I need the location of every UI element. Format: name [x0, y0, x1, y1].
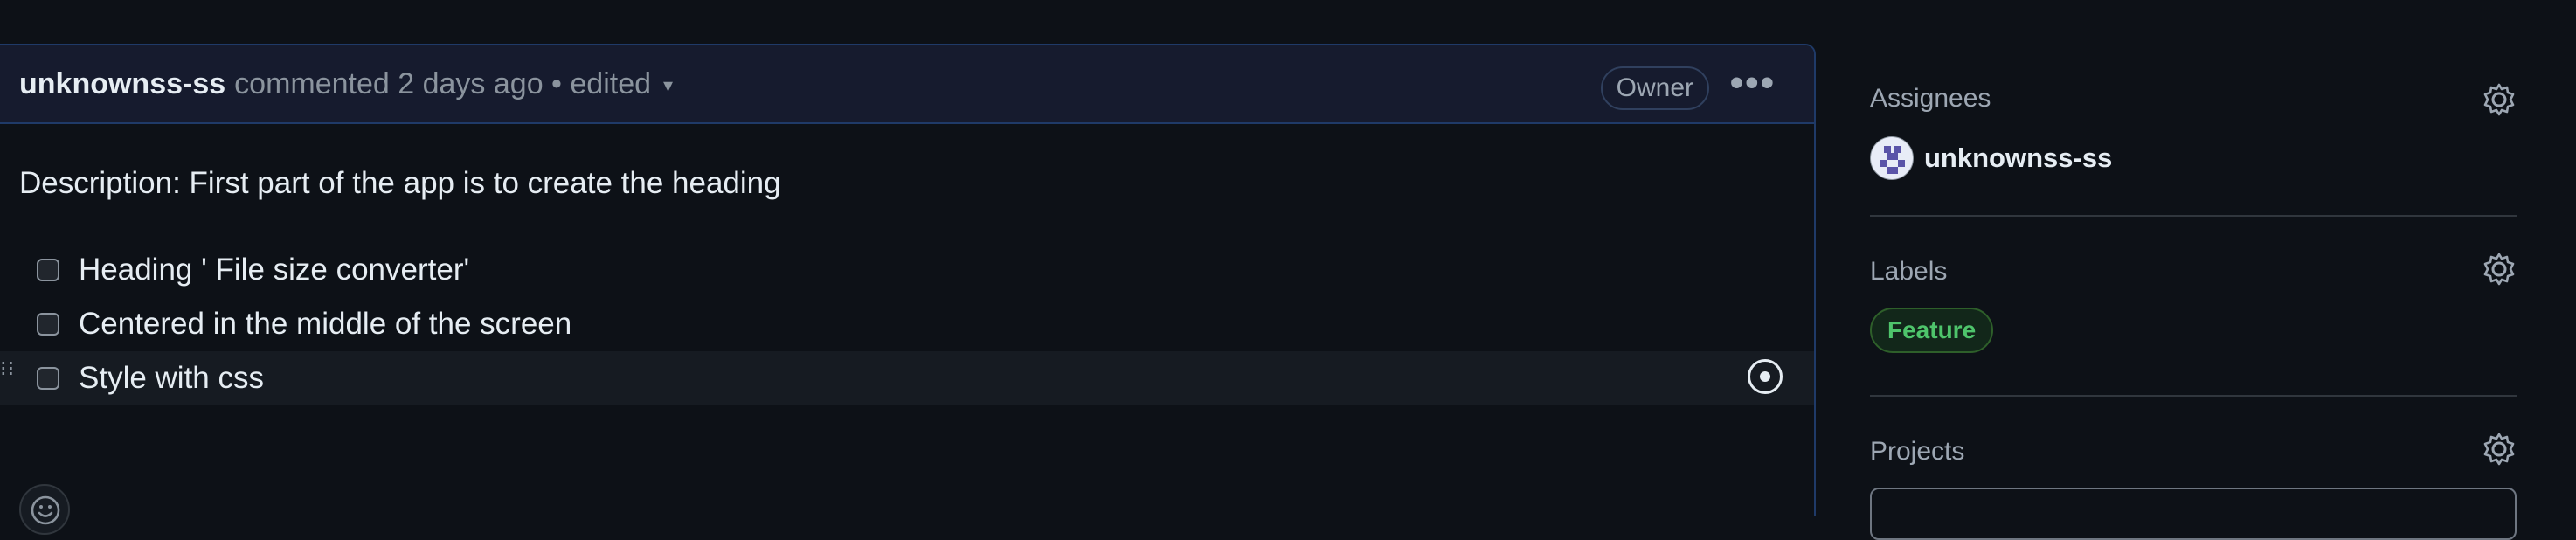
assignee-name: unknownss-ss: [1924, 142, 2113, 173]
assignees-gear-icon[interactable]: [2482, 82, 2517, 117]
comment-header: unknownss-ss commented 2 days ago • edit…: [0, 45, 1814, 124]
task-item: Centered in the middle of the screen: [0, 297, 1814, 351]
convert-to-issue-icon[interactable]: [1748, 359, 1783, 394]
task-label: Style with css: [79, 361, 264, 395]
task-label: Centered in the middle of the screen: [79, 307, 572, 341]
edit-history-dropdown-icon[interactable]: ▾: [663, 74, 673, 97]
task-checkbox[interactable]: [37, 259, 59, 281]
task-item: ⁝⁝ Style with css: [0, 351, 1814, 405]
projects-box[interactable]: [1870, 488, 2517, 540]
assignee[interactable]: unknownss-ss: [1870, 136, 2112, 180]
projects-title: Projects: [1870, 437, 1965, 466]
label-feature[interactable]: Feature: [1870, 308, 1994, 353]
more-options-icon[interactable]: •••: [1730, 64, 1776, 102]
issue-sidebar: Assignees unknownss-ss Labels Feature Pr…: [1870, 0, 2517, 540]
task-label: Heading ' File size converter': [79, 253, 470, 287]
labels-gear-icon[interactable]: [2482, 252, 2517, 287]
comment-description: Description: First part of the app is to…: [19, 166, 781, 200]
owner-badge: Owner: [1600, 66, 1709, 110]
projects-gear-icon[interactable]: [2482, 432, 2517, 467]
smiley-icon: [31, 495, 60, 525]
add-reaction-button[interactable]: [19, 484, 70, 535]
task-checkbox[interactable]: [37, 367, 59, 390]
issue-comment: unknownss-ss commented 2 days ago • edit…: [0, 44, 1816, 535]
comment-author[interactable]: unknownss-ss: [19, 67, 225, 101]
comment-meta[interactable]: commented 2 days ago • edited: [234, 67, 651, 101]
assignees-title: Assignees: [1870, 84, 1991, 113]
task-item: Heading ' File size converter': [0, 243, 1814, 297]
avatar: [1870, 136, 1914, 180]
divider: [1870, 215, 2517, 217]
divider: [1870, 395, 2517, 397]
task-checkbox[interactable]: [37, 313, 59, 336]
drag-handle-icon[interactable]: ⁝⁝: [0, 359, 15, 380]
labels-title: Labels: [1870, 257, 1948, 286]
